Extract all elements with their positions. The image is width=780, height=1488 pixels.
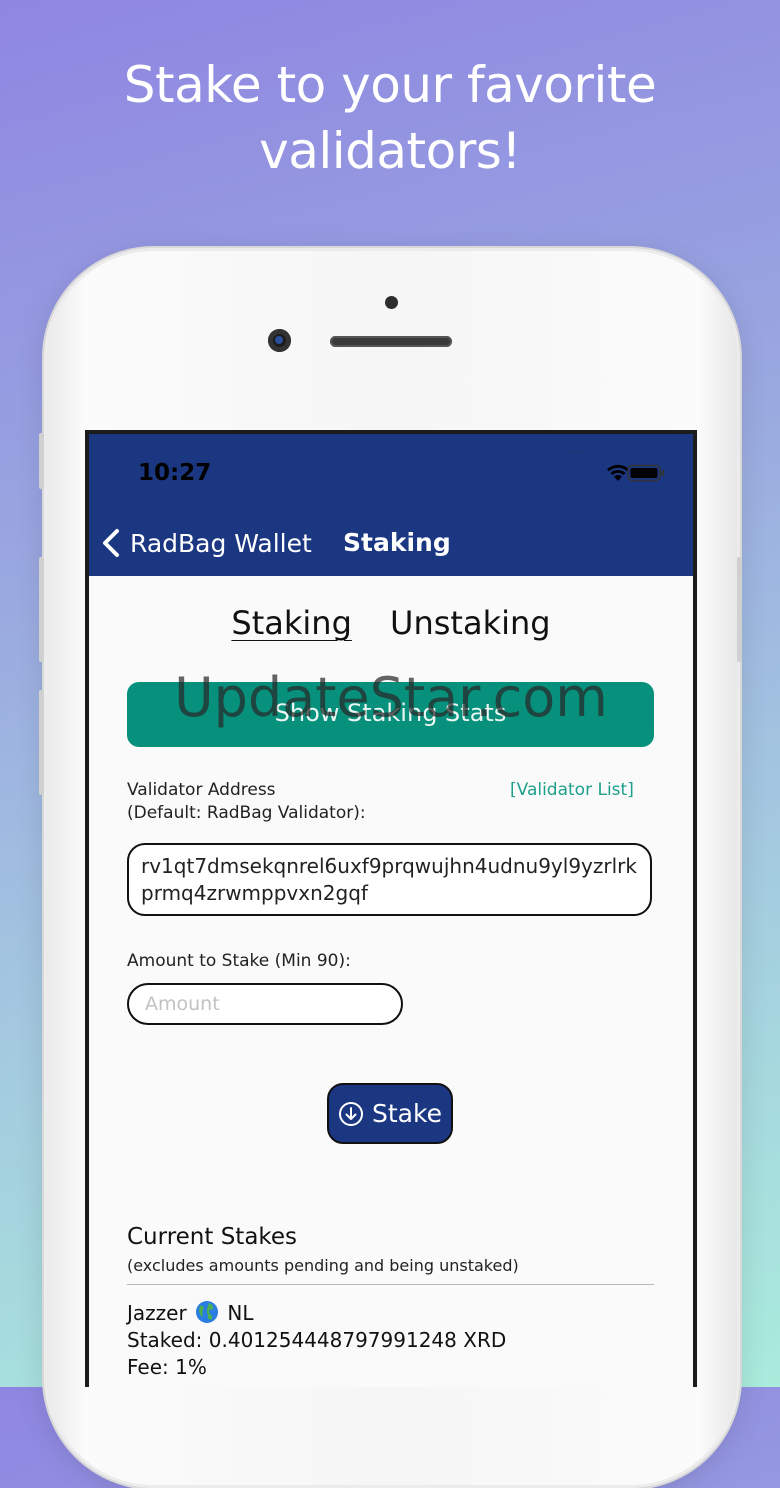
front-camera [268, 329, 291, 352]
battery-icon [627, 464, 664, 482]
validator-address-field[interactable]: rv1qt7dmsekqnrel6uxf9prqwujhn4udnu9yl9yz… [127, 843, 652, 916]
power-button [737, 557, 742, 662]
app-screen: 10:27 .... RadBag Wallet Staking Staking… [89, 434, 693, 1387]
validator-address-label: Validator Address (Default: RadBag Valid… [127, 779, 366, 825]
globe-icon [196, 1301, 219, 1323]
staking-tabs: Staking Unstaking [89, 604, 693, 642]
tab-unstaking[interactable]: Unstaking [390, 604, 551, 642]
earpiece-speaker [330, 336, 452, 347]
phone-screen: 10:27 .... RadBag Wallet Staking Staking… [85, 430, 697, 1387]
headline-line-1: Stake to your favorite [123, 56, 657, 114]
mute-switch [39, 433, 44, 489]
validator-address-label-line-2: (Default: RadBag Validator): [127, 803, 366, 823]
page-title: Staking [343, 528, 451, 557]
back-button[interactable]: RadBag Wallet [101, 528, 312, 558]
volume-down-button [39, 690, 44, 795]
validator-name: Jazzer [127, 1301, 187, 1325]
back-button-label: RadBag Wallet [130, 528, 312, 558]
validator-name-row: Jazzer NL [127, 1300, 506, 1327]
headline-line-2: validators! [259, 122, 521, 180]
tab-staking[interactable]: Staking [231, 604, 351, 642]
stake-button-label: Stake [372, 1099, 442, 1128]
current-stakes-title: Current Stakes [127, 1224, 298, 1250]
validator-fee: Fee: 1% [127, 1355, 207, 1379]
status-time: 10:27 [138, 460, 212, 486]
cellular-signal-icon: .... [568, 446, 583, 455]
show-staking-stats-button[interactable]: Show Staking Stats [127, 682, 654, 747]
validator-list-link[interactable]: [Validator List] [510, 780, 634, 800]
navigation-bar: 10:27 .... RadBag Wallet Staking [89, 434, 693, 576]
headline: Stake to your favorite validators! [0, 52, 780, 184]
staked-amount: Staked: 0.401254448797991248 XRD [127, 1328, 507, 1352]
amount-label: Amount to Stake (Min 90): [127, 951, 351, 971]
volume-up-button [39, 557, 44, 662]
stake-button[interactable]: Stake [327, 1083, 453, 1144]
list-item: Jazzer NL Staked: 0.401254448797991248 X… [127, 1300, 506, 1381]
amount-input[interactable] [127, 983, 403, 1025]
proximity-sensor [385, 296, 398, 309]
validator-address-label-line-1: Validator Address [127, 780, 276, 800]
validator-country: NL [227, 1301, 254, 1325]
current-stakes-subtitle: (excludes amounts pending and being unst… [127, 1256, 519, 1275]
divider [127, 1284, 654, 1285]
chevron-left-icon [103, 529, 119, 557]
arrow-down-circle-icon [339, 1101, 364, 1126]
